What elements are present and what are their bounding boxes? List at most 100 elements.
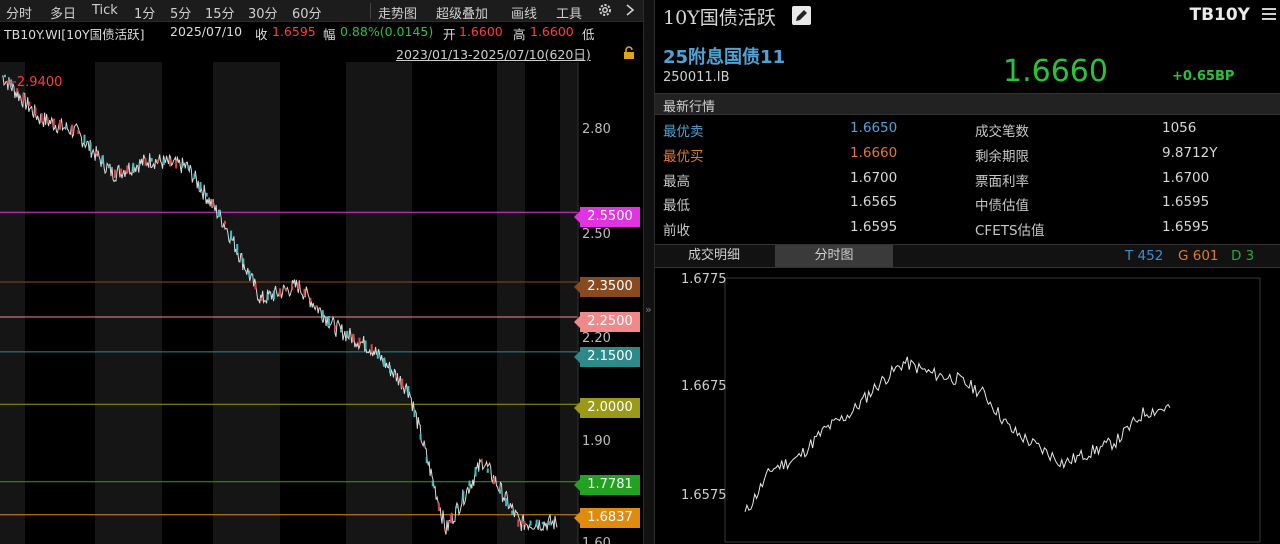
- candle: [450, 513, 453, 524]
- quote-info-bar: TB10Y.WI[10Y国债活跃] 2025/07/10 收 1.6595 幅 …: [0, 22, 643, 42]
- candle: [462, 490, 465, 500]
- y-tick: 1.6675: [681, 379, 727, 394]
- session-band: [213, 62, 280, 544]
- kline-chart[interactable]: [0, 62, 643, 544]
- session-band: [497, 62, 525, 544]
- tab-1min[interactable]: 1分: [134, 3, 155, 22]
- lock-icon[interactable]: [622, 45, 636, 59]
- candle: [156, 159, 159, 163]
- chevron-right-icon[interactable]: [624, 3, 636, 21]
- collapse-arrows-icon[interactable]: »: [645, 303, 652, 316]
- intraday-chart[interactable]: [655, 270, 1280, 544]
- tab-5min[interactable]: 5分: [170, 3, 191, 22]
- kline-panel: 分时 多日 Tick 1分 5分 15分 30分 60分 走势图 超级叠加 画线…: [0, 0, 643, 544]
- panel-divider[interactable]: »: [643, 0, 655, 544]
- start-marker-value: 2.9400: [16, 75, 63, 90]
- tools-button[interactable]: 工具: [556, 3, 582, 22]
- candle: [431, 480, 434, 487]
- candle: [266, 294, 269, 301]
- cfets-valuation-label: CFETS估值: [975, 223, 1045, 239]
- stat-d: D 3: [1231, 248, 1255, 264]
- prev-close-label: 前收: [663, 223, 690, 239]
- tab-trade-details[interactable]: 成交明细: [655, 245, 773, 267]
- candle: [407, 386, 410, 395]
- candle: [65, 125, 68, 129]
- candle: [46, 117, 49, 123]
- candle: [468, 480, 471, 487]
- tab-multiday[interactable]: 多日: [50, 3, 76, 22]
- candle: [523, 521, 526, 525]
- candle: [425, 457, 428, 464]
- candle: [480, 458, 483, 462]
- level-label[interactable]: 2.1500: [574, 347, 640, 367]
- date-range-link[interactable]: 2023/01/13-2025/07/10(620日): [396, 44, 591, 63]
- start-marker: ←2.9400: [6, 75, 62, 90]
- candle: [169, 160, 171, 167]
- level-label[interactable]: 2.2500: [574, 312, 640, 332]
- candle: [541, 521, 544, 525]
- level-label[interactable]: 1.7781: [574, 475, 640, 495]
- candle: [242, 258, 245, 264]
- arrow-left-icon: ←: [6, 75, 17, 90]
- candle: [22, 93, 25, 101]
- candle: [52, 118, 55, 127]
- close-label: 收: [255, 27, 268, 42]
- candle: [40, 113, 43, 123]
- candle: [34, 107, 37, 115]
- detail-tabbar: 成交明细 分时图 T 452 G 601 D 3: [655, 244, 1280, 268]
- tab-fenshi[interactable]: 分时: [6, 3, 32, 22]
- candle: [248, 270, 251, 278]
- tab-intraday-chart[interactable]: 分时图: [775, 245, 893, 267]
- candle: [346, 330, 349, 339]
- candle: [83, 134, 86, 143]
- candle: [444, 528, 446, 532]
- candle: [364, 340, 367, 350]
- candle: [437, 502, 440, 511]
- level-label[interactable]: 2.3500: [574, 277, 640, 297]
- tab-15min[interactable]: 15分: [205, 3, 235, 22]
- gear-icon[interactable]: [597, 2, 613, 22]
- trend-chart-button[interactable]: 走势图: [378, 3, 417, 22]
- candle: [492, 477, 495, 485]
- candle: [254, 283, 257, 290]
- low-label: 低: [582, 27, 595, 42]
- candle: [486, 468, 489, 473]
- panel-title: 10Y国债活跃: [663, 7, 776, 29]
- y-tick: 1.6775: [681, 272, 727, 287]
- candle: [187, 165, 190, 169]
- remaining-term-value: 9.8712Y: [1162, 145, 1218, 161]
- candle: [193, 173, 196, 179]
- candle: [321, 310, 324, 317]
- intraday-yield-line[interactable]: [744, 356, 1171, 513]
- section-title: 最新行情: [655, 93, 1280, 115]
- candle: [205, 192, 208, 197]
- candle: [126, 165, 129, 173]
- candle: [352, 333, 355, 343]
- candle: [529, 520, 532, 526]
- toolbar-divider: [370, 3, 371, 19]
- candle: [395, 374, 398, 378]
- open-value: 1.6600: [459, 24, 503, 39]
- tab-tick[interactable]: Tick: [92, 3, 118, 18]
- edit-icon[interactable]: [792, 6, 811, 25]
- candle: [217, 209, 220, 217]
- session-band: [0, 62, 25, 544]
- level-label[interactable]: 2.0000: [574, 398, 640, 418]
- candle: [285, 288, 288, 292]
- tab-30min[interactable]: 30分: [248, 3, 278, 22]
- draw-line-button[interactable]: 画线: [511, 3, 537, 22]
- close-value: 1.6595: [272, 24, 316, 39]
- best-ask-label: 最优卖: [663, 124, 704, 140]
- super-overlay-button[interactable]: 超级叠加: [436, 3, 488, 22]
- candle: [499, 489, 501, 494]
- menu-icon[interactable]: [1262, 8, 1276, 22]
- level-label[interactable]: 2.5500: [574, 207, 640, 227]
- candle: [474, 467, 477, 477]
- candle: [138, 162, 141, 166]
- candle: [413, 410, 416, 418]
- candle: [547, 520, 550, 526]
- candle: [236, 243, 239, 253]
- tab-60min[interactable]: 60分: [292, 3, 322, 22]
- level-label[interactable]: 1.6837: [574, 508, 640, 528]
- candle: [535, 519, 538, 527]
